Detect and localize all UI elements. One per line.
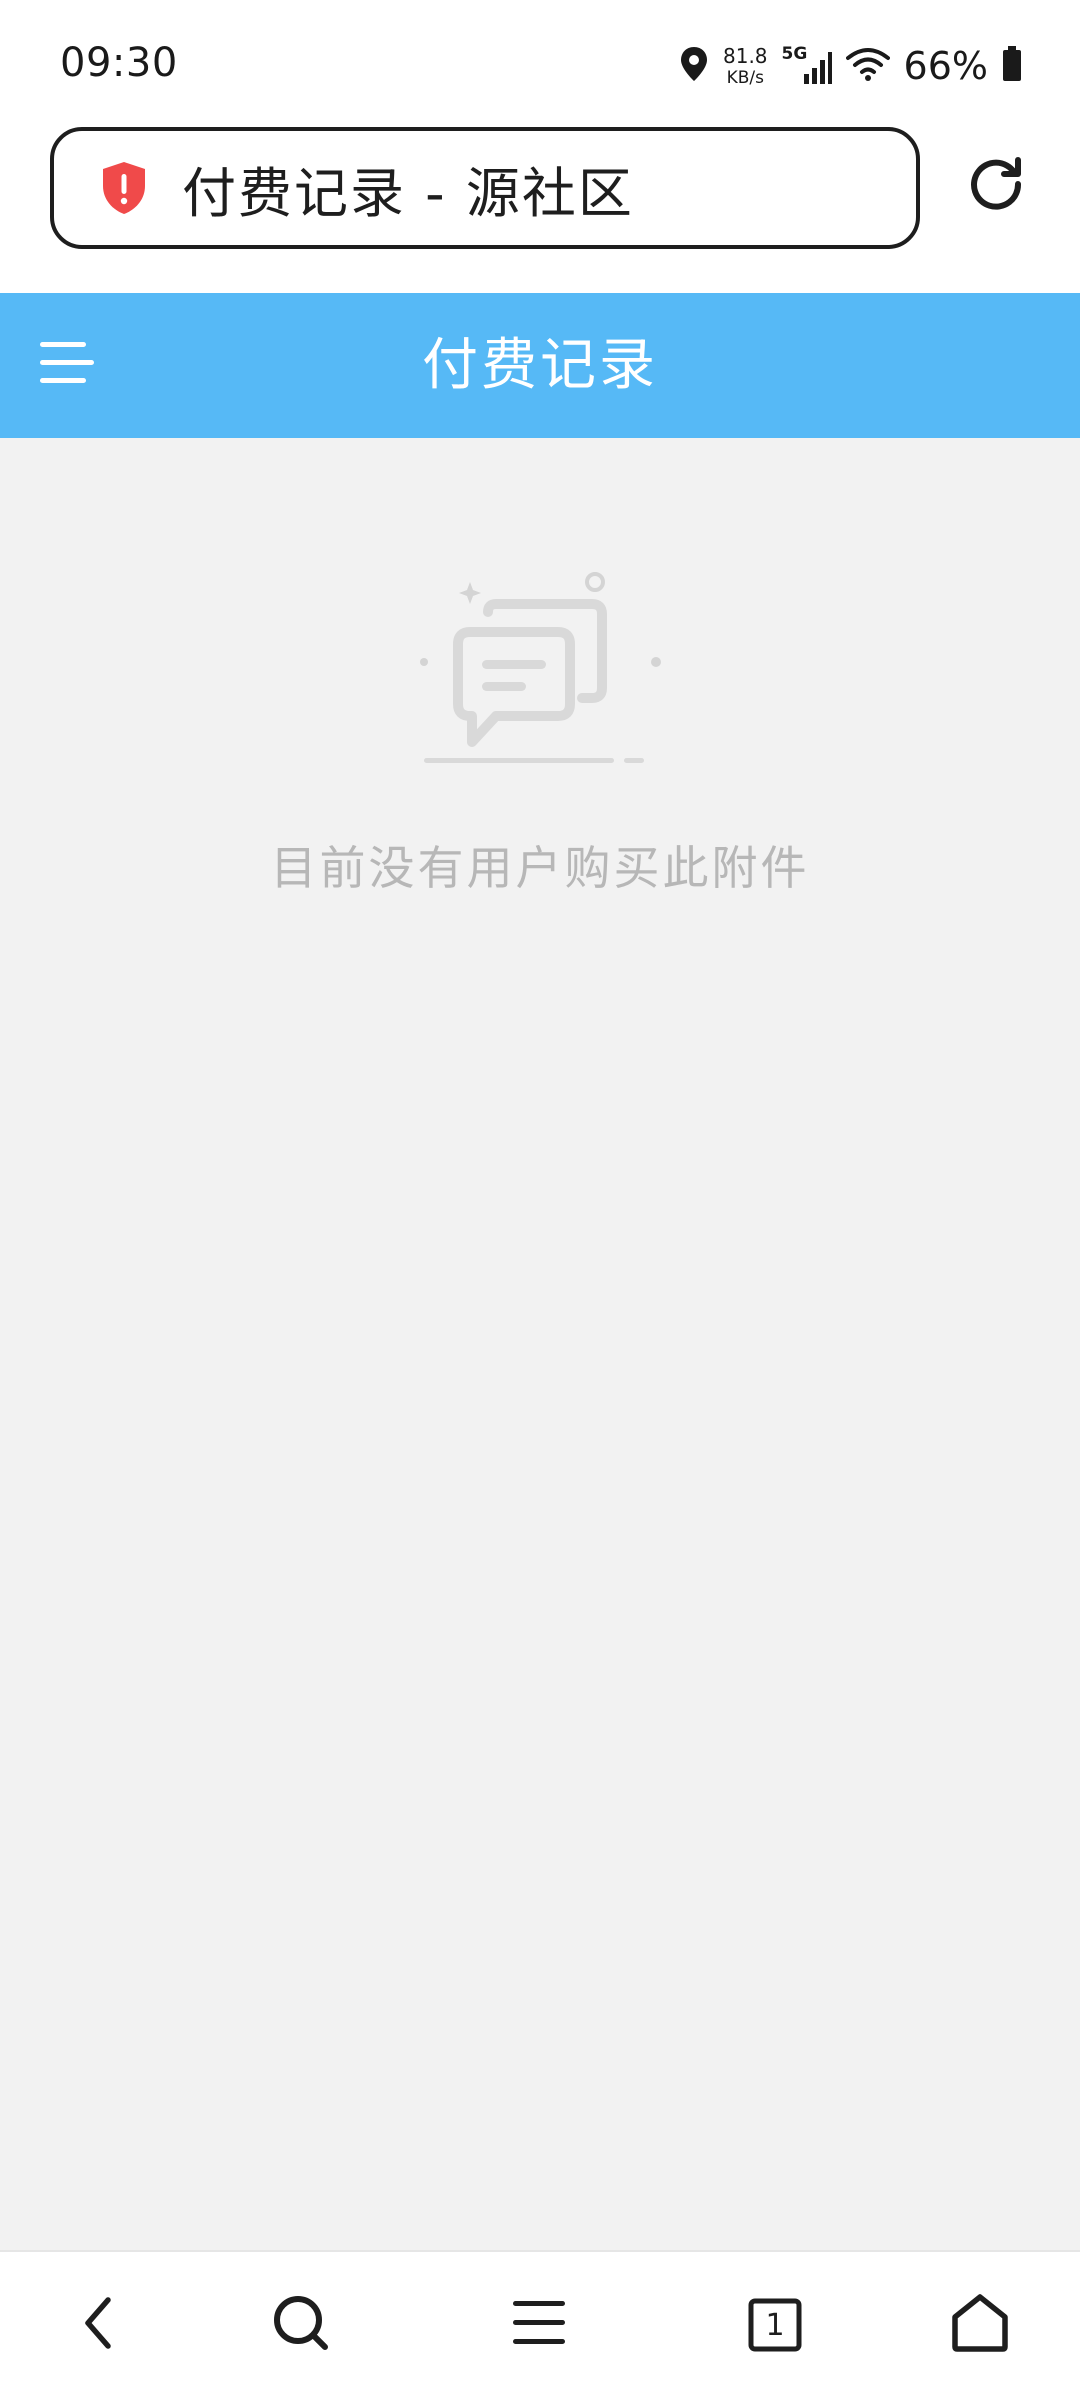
empty-state: 目前没有用户购买此附件 xyxy=(0,560,1080,898)
search-icon xyxy=(271,2293,331,2357)
net-speed-unit: KB/s xyxy=(726,67,764,88)
status-icons: 81.8 KB/s 5G 66% xyxy=(679,38,1022,94)
page-title: 付费记录 xyxy=(422,333,658,398)
net-speed: 81.8 KB/s xyxy=(723,46,768,87)
battery-percent: 66% xyxy=(903,44,988,88)
reload-button[interactable] xyxy=(960,148,1032,220)
main-menu-button[interactable] xyxy=(494,2280,584,2370)
status-bar: 09:30 81.8 KB/s 5G 66% xyxy=(0,0,1080,120)
menu-icon xyxy=(511,2298,567,2352)
tabs-count: 1 xyxy=(765,2307,785,2343)
empty-message: 目前没有用户购买此附件 xyxy=(270,841,810,895)
net-speed-value: 81.8 xyxy=(723,43,768,68)
back-button[interactable] xyxy=(55,2280,145,2370)
address-bar[interactable]: 付费记录 - 源社区 xyxy=(50,127,920,249)
empty-chat-icon xyxy=(410,560,670,780)
bottom-nav: 1 xyxy=(0,2250,1080,2400)
browser-toolbar: 付费记录 - 源社区 xyxy=(0,120,1080,293)
location-icon xyxy=(679,45,709,87)
reload-icon xyxy=(966,152,1026,216)
home-button[interactable] xyxy=(935,2280,1025,2370)
tabs-button[interactable]: 1 xyxy=(730,2280,820,2370)
page: 09:30 81.8 KB/s 5G 66% 付费记录 - 源社区 付费记录 目… xyxy=(0,0,1080,2400)
menu-button[interactable] xyxy=(36,337,98,393)
cellular-signal-icon: 5G xyxy=(782,44,832,86)
search-button[interactable] xyxy=(256,2280,346,2370)
tabs-icon: 1 xyxy=(747,2297,803,2353)
menu-icon xyxy=(38,338,96,392)
app-header: 付费记录 xyxy=(0,293,1080,438)
wifi-icon xyxy=(845,46,890,86)
battery-icon xyxy=(1002,46,1022,86)
address-text[interactable]: 付费记录 - 源社区 xyxy=(182,149,634,228)
back-icon xyxy=(78,2296,122,2354)
status-time: 09:30 xyxy=(60,40,178,86)
home-icon xyxy=(950,2293,1010,2357)
shield-alert-icon[interactable] xyxy=(98,160,150,216)
